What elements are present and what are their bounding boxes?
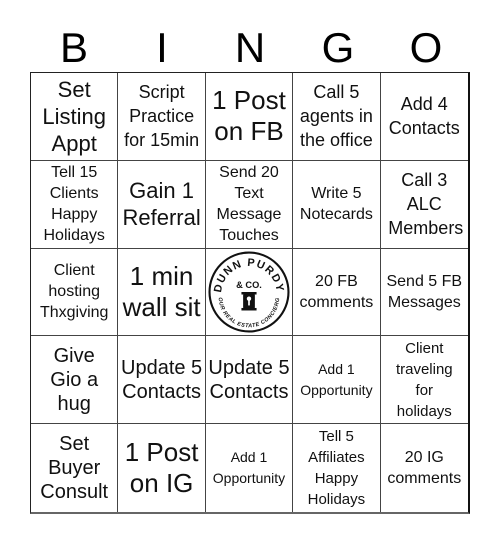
bingo-cell[interactable]: Tell 15 Clients Happy Holidays — [31, 160, 119, 249]
cell-text: 1 Post on FB — [212, 85, 286, 147]
bingo-cell[interactable]: Add 1 Opportunity — [293, 336, 381, 425]
header-letter-i: I — [156, 24, 168, 71]
cell-text: Call 5 agents in the office — [299, 82, 373, 151]
header-letter-b: B — [59, 24, 88, 71]
cell-text: Write 5 Notecards — [299, 185, 373, 224]
cell-text: Add 1 Opportunity — [300, 360, 373, 398]
bingo-cell[interactable]: 1 Post on FB — [205, 73, 294, 161]
bingo-cell[interactable]: Script Practice for 15min — [118, 73, 206, 161]
logo-middle-text: & CO. — [236, 280, 262, 290]
bingo-cell[interactable]: Add 4 Contacts — [380, 73, 468, 161]
cell-text: Tell 15 Clients Happy Holidays — [43, 164, 105, 245]
cell-text: Give Gio a hug — [50, 344, 99, 415]
bingo-cell[interactable]: Send 20 Text Message Touches — [205, 160, 294, 249]
cell-text: Set Listing Appt — [42, 76, 106, 156]
bingo-cell[interactable]: Call 5 agents in the office — [293, 73, 381, 161]
keyhole-icon — [241, 291, 257, 311]
bingo-cell[interactable]: Send 5 FB Messages — [380, 249, 468, 337]
cell-text: Send 5 FB Messages — [386, 272, 463, 311]
cell-text: Update 5 Contacts — [208, 356, 290, 403]
bingo-cell[interactable]: Write 5 Notecards — [293, 160, 381, 249]
cell-text: 1 min wall sit — [122, 260, 201, 322]
cell-text: Add 4 Contacts — [388, 94, 460, 139]
bingo-cell[interactable]: Call 3 ALC Members — [380, 161, 468, 249]
cell-text: 20 IG comments — [387, 449, 462, 488]
header-letter-o: O — [409, 24, 443, 71]
cell-text: Add 1 Opportunity — [212, 449, 286, 487]
bingo-cell[interactable]: 1 min wall sit — [118, 248, 206, 337]
bingo-cell[interactable]: Tell 5 Affiliates Happy Holidays — [293, 424, 381, 512]
header-letter-g: G — [321, 24, 355, 71]
cell-text: Send 20 Text Message Touches — [216, 164, 282, 245]
cell-text: Gain 1 Referral — [122, 178, 201, 231]
dunn-purdy-logo: DUNN PURDY & CO. YOUR REAL ESTATE CONCIE… — [207, 250, 290, 333]
bingo-header: B I N G O — [30, 24, 470, 72]
cell-text: Call 3 ALC Members — [388, 170, 464, 239]
cell-text: Update 5 Contacts — [121, 356, 203, 403]
bingo-cell[interactable]: 20 IG comments — [381, 424, 468, 512]
cell-text: Client hosting Thxgiving — [39, 262, 109, 322]
bingo-cell[interactable]: Set Buyer Consult — [31, 424, 119, 512]
bingo-cell[interactable]: Client hosting Thxgiving — [31, 248, 119, 337]
bingo-cell[interactable]: Add 1 Opportunity — [206, 424, 294, 512]
cell-text: 1 Post on IG — [124, 437, 199, 499]
bingo-cell[interactable]: Update 5 Contacts — [205, 336, 294, 425]
free-space[interactable]: DUNN PURDY & CO. YOUR REAL ESTATE CONCIE… — [205, 248, 294, 337]
bingo-grid: Set Listing Appt Script Practice for 15m… — [30, 72, 470, 514]
bingo-cell[interactable]: Client traveling for holidays — [380, 336, 468, 425]
cell-text: Tell 5 Affiliates Happy Holidays — [307, 428, 366, 509]
cell-text: Script Practice for 15min — [124, 82, 200, 151]
bingo-cell[interactable]: 1 Post on IG — [118, 424, 206, 512]
bingo-cell[interactable]: Give Gio a hug — [31, 336, 119, 425]
cell-text: Client traveling for holidays — [395, 339, 453, 420]
cell-text: 20 FB comments — [299, 272, 374, 311]
header-letter-n: N — [234, 24, 266, 71]
bingo-cell[interactable]: Gain 1 Referral — [118, 160, 206, 249]
bingo-cell[interactable]: Update 5 Contacts — [118, 336, 206, 425]
bingo-cell[interactable]: Set Listing Appt — [31, 73, 119, 161]
bingo-cell[interactable]: 20 FB comments — [293, 248, 381, 337]
cell-text: Set Buyer Consult — [40, 433, 109, 504]
